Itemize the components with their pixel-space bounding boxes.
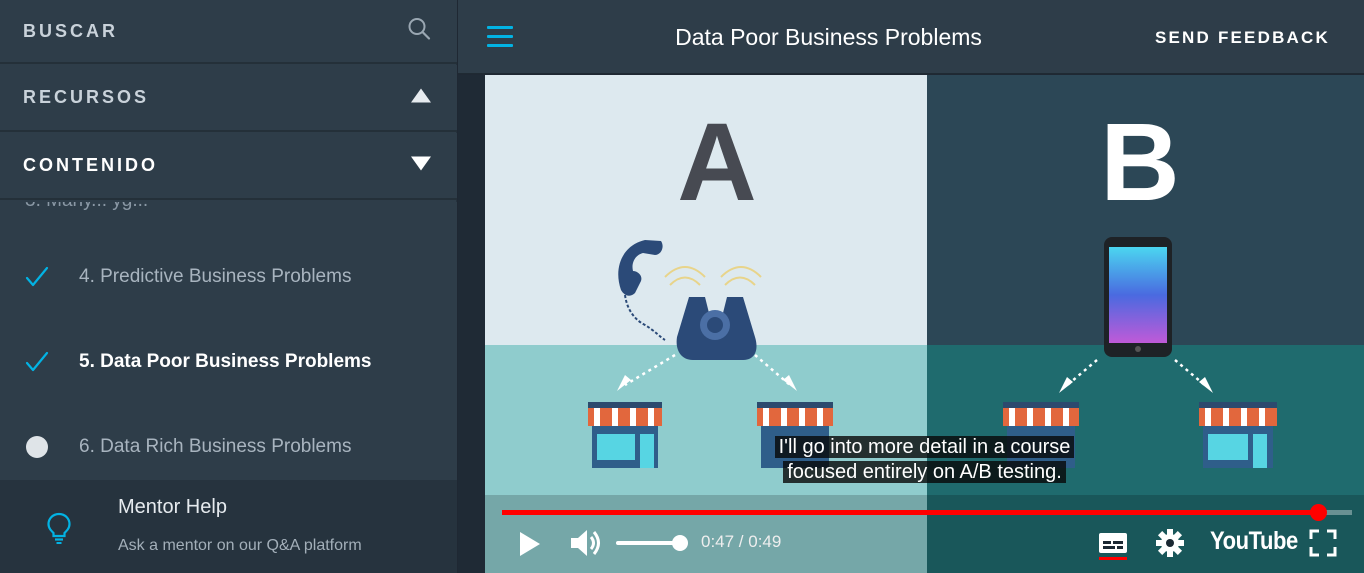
progress-scrubber[interactable] — [1310, 504, 1327, 521]
lesson-item-4[interactable]: 4. Predictive Business Problems — [0, 252, 457, 302]
smartphone-icon — [1104, 237, 1172, 357]
search-row[interactable]: BUSCAR — [0, 0, 457, 64]
resources-label: RECURSOS — [23, 87, 150, 107]
caption-line-1: I'll go into more detail in a course — [485, 435, 1364, 460]
time-display: 0:47 / 0:49 — [701, 532, 782, 551]
send-feedback-button[interactable]: SEND FEEDBACK — [1155, 28, 1330, 48]
page-title: Data Poor Business Problems — [675, 24, 982, 50]
search-icon[interactable] — [407, 17, 431, 46]
lesson-label: 4. Predictive Business Problems — [79, 266, 352, 287]
video-player[interactable]: A B I'll go into more detail in a course… — [485, 75, 1364, 573]
triangle-up-icon — [411, 88, 431, 107]
youtube-logo[interactable]: YouTube — [1210, 527, 1298, 556]
captions-icon[interactable] — [1098, 531, 1128, 566]
settings-gear-icon[interactable] — [1156, 529, 1184, 562]
panel-a-letter: A — [677, 101, 756, 224]
resources-row[interactable]: RECURSOS — [0, 65, 457, 132]
triangle-down-icon — [411, 156, 431, 175]
check-icon — [24, 349, 50, 375]
mentor-help-subtitle: Ask a mentor on our Q&A platform — [118, 537, 362, 554]
volume-knob[interactable] — [672, 535, 688, 551]
content-gutter — [458, 75, 485, 573]
lesson-label: 6. Data Rich Business Problems — [79, 436, 352, 457]
check-icon — [24, 264, 50, 290]
play-icon[interactable] — [518, 530, 542, 563]
lesson-item-5[interactable]: 5. Data Poor Business Problems — [0, 337, 457, 387]
progress-bar[interactable] — [502, 504, 1352, 521]
partial-lesson-item[interactable]: 3. Many... yg... — [25, 202, 148, 212]
lesson-item-6[interactable]: 6. Data Rich Business Problems — [0, 422, 457, 472]
progress-fill — [502, 510, 1318, 515]
lightbulb-icon — [46, 512, 72, 549]
caption-line-2: focused entirely on A/B testing. — [485, 460, 1364, 485]
video-frame-illustration: A B — [485, 75, 1364, 573]
sidebar: BUSCAR RECURSOS CONTENIDO 3. Many... yg.… — [0, 0, 457, 573]
lesson-label: 5. Data Poor Business Problems — [79, 351, 372, 372]
volume-icon[interactable] — [569, 528, 603, 563]
fullscreen-icon[interactable] — [1309, 529, 1337, 562]
top-bar: Data Poor Business Problems SEND FEEDBAC… — [458, 0, 1364, 74]
lesson-list: 3. Many... yg... 4. Predictive Business … — [0, 202, 457, 480]
search-label: BUSCAR — [23, 20, 119, 41]
content-label: CONTENIDO — [23, 155, 158, 175]
incomplete-dot-icon — [24, 434, 50, 460]
content-row[interactable]: CONTENIDO — [0, 133, 457, 200]
mentor-help-title[interactable]: Mentor Help — [118, 496, 227, 519]
panel-b-letter: B — [1100, 101, 1179, 224]
